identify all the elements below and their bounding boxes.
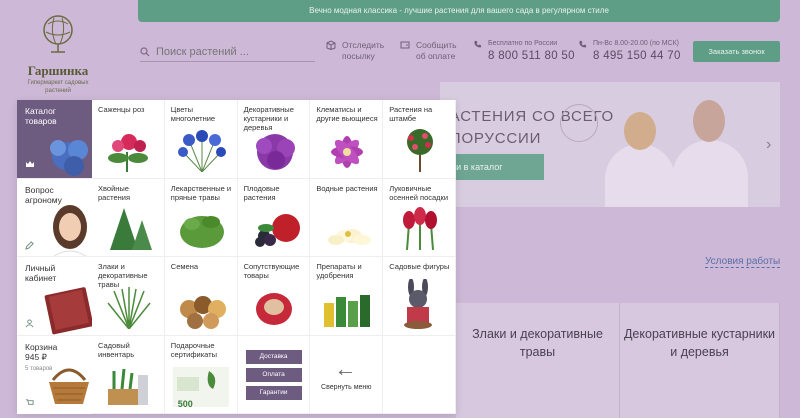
- person-man: [672, 140, 748, 207]
- category-garden-tools[interactable]: Садовый инвентарь: [92, 336, 165, 414]
- lilac-shrub-image: [255, 134, 295, 170]
- category-roses[interactable]: Саженцы роз: [92, 100, 165, 179]
- clematis-image: [331, 136, 364, 168]
- accessories-image: [255, 293, 292, 325]
- cornflowers-image: [177, 130, 226, 172]
- promo-bar[interactable]: Вечно модная классика - лучшие растения …: [138, 0, 780, 22]
- search-input[interactable]: [156, 45, 306, 58]
- sidebar-item-account[interactable]: Личный кабинет: [17, 257, 92, 336]
- category-grasses[interactable]: Злаки и декоративные травы: [92, 257, 165, 336]
- track-label: Отследить посылку: [342, 40, 385, 61]
- category-standard-trees[interactable]: Растения на штамбе: [383, 100, 456, 179]
- arrow-left-icon: ←: [334, 356, 357, 381]
- cart-icon: [25, 399, 34, 405]
- guarantee-button[interactable]: Гарантии: [245, 386, 302, 400]
- logo[interactable]: Гаршинка Гипермаркет садовых растений: [18, 10, 98, 95]
- logo-tagline: Гипермаркет садовых растений: [27, 80, 89, 94]
- free-phone[interactable]: Бесплатно по России 8 800 511 80 50: [473, 40, 575, 62]
- category-gift-certificates[interactable]: Подарочные сертификаты 500: [164, 336, 238, 414]
- category-perennials[interactable]: Цветы многолетние: [164, 100, 238, 179]
- conifers-image: [110, 208, 152, 250]
- category-garden-figures[interactable]: Садовые фигуры: [383, 257, 456, 336]
- user-icon: [25, 319, 34, 328]
- hours-phone-number: 8 495 150 44 70: [593, 50, 681, 62]
- delivery-button[interactable]: Доставка: [245, 350, 302, 364]
- box-icon: [326, 40, 336, 50]
- grass-image: [107, 287, 151, 329]
- hours-label: Пн-Вс 8.00-20.00 (по МСК): [593, 40, 680, 47]
- category-fertilizers[interactable]: Препараты и удобрения: [310, 257, 384, 336]
- category-accessories[interactable]: Сопутствующие товары: [237, 257, 311, 336]
- wallet-icon: [400, 41, 410, 49]
- category-seeds[interactable]: Семена: [164, 257, 238, 336]
- garden-tools-image: [108, 368, 148, 405]
- category-herbs[interactable]: Лекарственные и пряные травы: [164, 179, 238, 257]
- sidebar-item-catalog[interactable]: Каталог товаров: [17, 100, 92, 179]
- category-grid: Саженцы роз Цветы многолетние Декоративн…: [92, 100, 456, 414]
- cart-total: 945 ₽: [25, 352, 47, 362]
- collapse-menu-button[interactable]: ← Свернуть меню: [310, 336, 384, 414]
- call-back-button[interactable]: Заказать звонок: [693, 41, 780, 62]
- category-bulbs[interactable]: Луковичные осенней посадки: [383, 179, 456, 257]
- herbs-image: [179, 216, 224, 248]
- crown-icon: [26, 161, 34, 167]
- category-fruit[interactable]: Плодовые растения: [237, 179, 311, 257]
- payment-button[interactable]: Оплата: [245, 368, 302, 382]
- basket-image: [49, 368, 89, 404]
- pay-label: Сообщить об оплате: [416, 40, 457, 61]
- water-lily-image: [328, 229, 372, 245]
- person-woman: [605, 144, 675, 207]
- menu-sidebar: Каталог товаров Вопрос агроному Личный к…: [17, 100, 92, 414]
- phone-icon: [579, 40, 587, 48]
- logo-globe-icon: [43, 15, 73, 53]
- agronomist-photo: [53, 205, 87, 256]
- category-water-plants[interactable]: Водные растения: [310, 179, 384, 257]
- logo-name: Гаршинка: [27, 63, 89, 78]
- phone-icon: [474, 40, 482, 48]
- tulips-image: [403, 207, 438, 250]
- sidebar-item-agronomist[interactable]: Вопрос агроному: [17, 179, 92, 257]
- category-conifers[interactable]: Хвойные растения: [92, 179, 165, 257]
- catalog-mega-menu: Каталог товаров Вопрос агроному Личный к…: [17, 100, 456, 414]
- category-shrubs[interactable]: Декоративные кустарники и деревья: [237, 100, 311, 179]
- report-payment-link[interactable]: Сообщить об оплате: [400, 40, 464, 62]
- search-icon: [140, 46, 150, 56]
- free-phone-number: 8 800 511 80 50: [488, 50, 575, 62]
- pencil-icon: [25, 241, 34, 250]
- book-image: [44, 287, 92, 335]
- free-phone-label: Бесплатно по России: [488, 40, 558, 47]
- category-card[interactable]: Декоративные кустарники и деревья: [620, 303, 780, 418]
- search-bar[interactable]: [140, 42, 315, 62]
- seal-icon: [560, 104, 598, 142]
- info-buttons-cell: Доставка Оплата Гарантии: [237, 336, 311, 414]
- chevron-right-icon[interactable]: ›: [766, 136, 771, 154]
- hydrangea-image: [50, 140, 88, 176]
- sidebar-item-cart[interactable]: Корзина 945 ₽ 5 товаров: [17, 336, 92, 414]
- certificate-price: 500: [177, 399, 193, 409]
- fertilizers-image: [324, 295, 371, 327]
- standard-tree-image: [407, 129, 434, 172]
- category-clematis[interactable]: Клематисы и другие вьющиеся: [310, 100, 384, 179]
- fruit-image: [254, 214, 300, 247]
- terms-link[interactable]: Условия работы: [705, 256, 781, 268]
- hero-banner[interactable]: РАСТЕНИЯ СО ВСЕГО ЕЛОРУССИИ ти в каталог: [440, 82, 780, 207]
- garden-figure-image: [404, 279, 433, 329]
- empty-cell: [383, 336, 456, 414]
- roses-image: [108, 134, 148, 172]
- track-parcel-link[interactable]: Отследить посылку: [326, 40, 392, 62]
- hours-phone[interactable]: Пн-Вс 8.00-20.00 (по МСК) 8 495 150 44 70: [578, 40, 681, 62]
- category-card[interactable]: Злаки и декоративные травы: [456, 303, 620, 418]
- seeds-image: [179, 296, 226, 329]
